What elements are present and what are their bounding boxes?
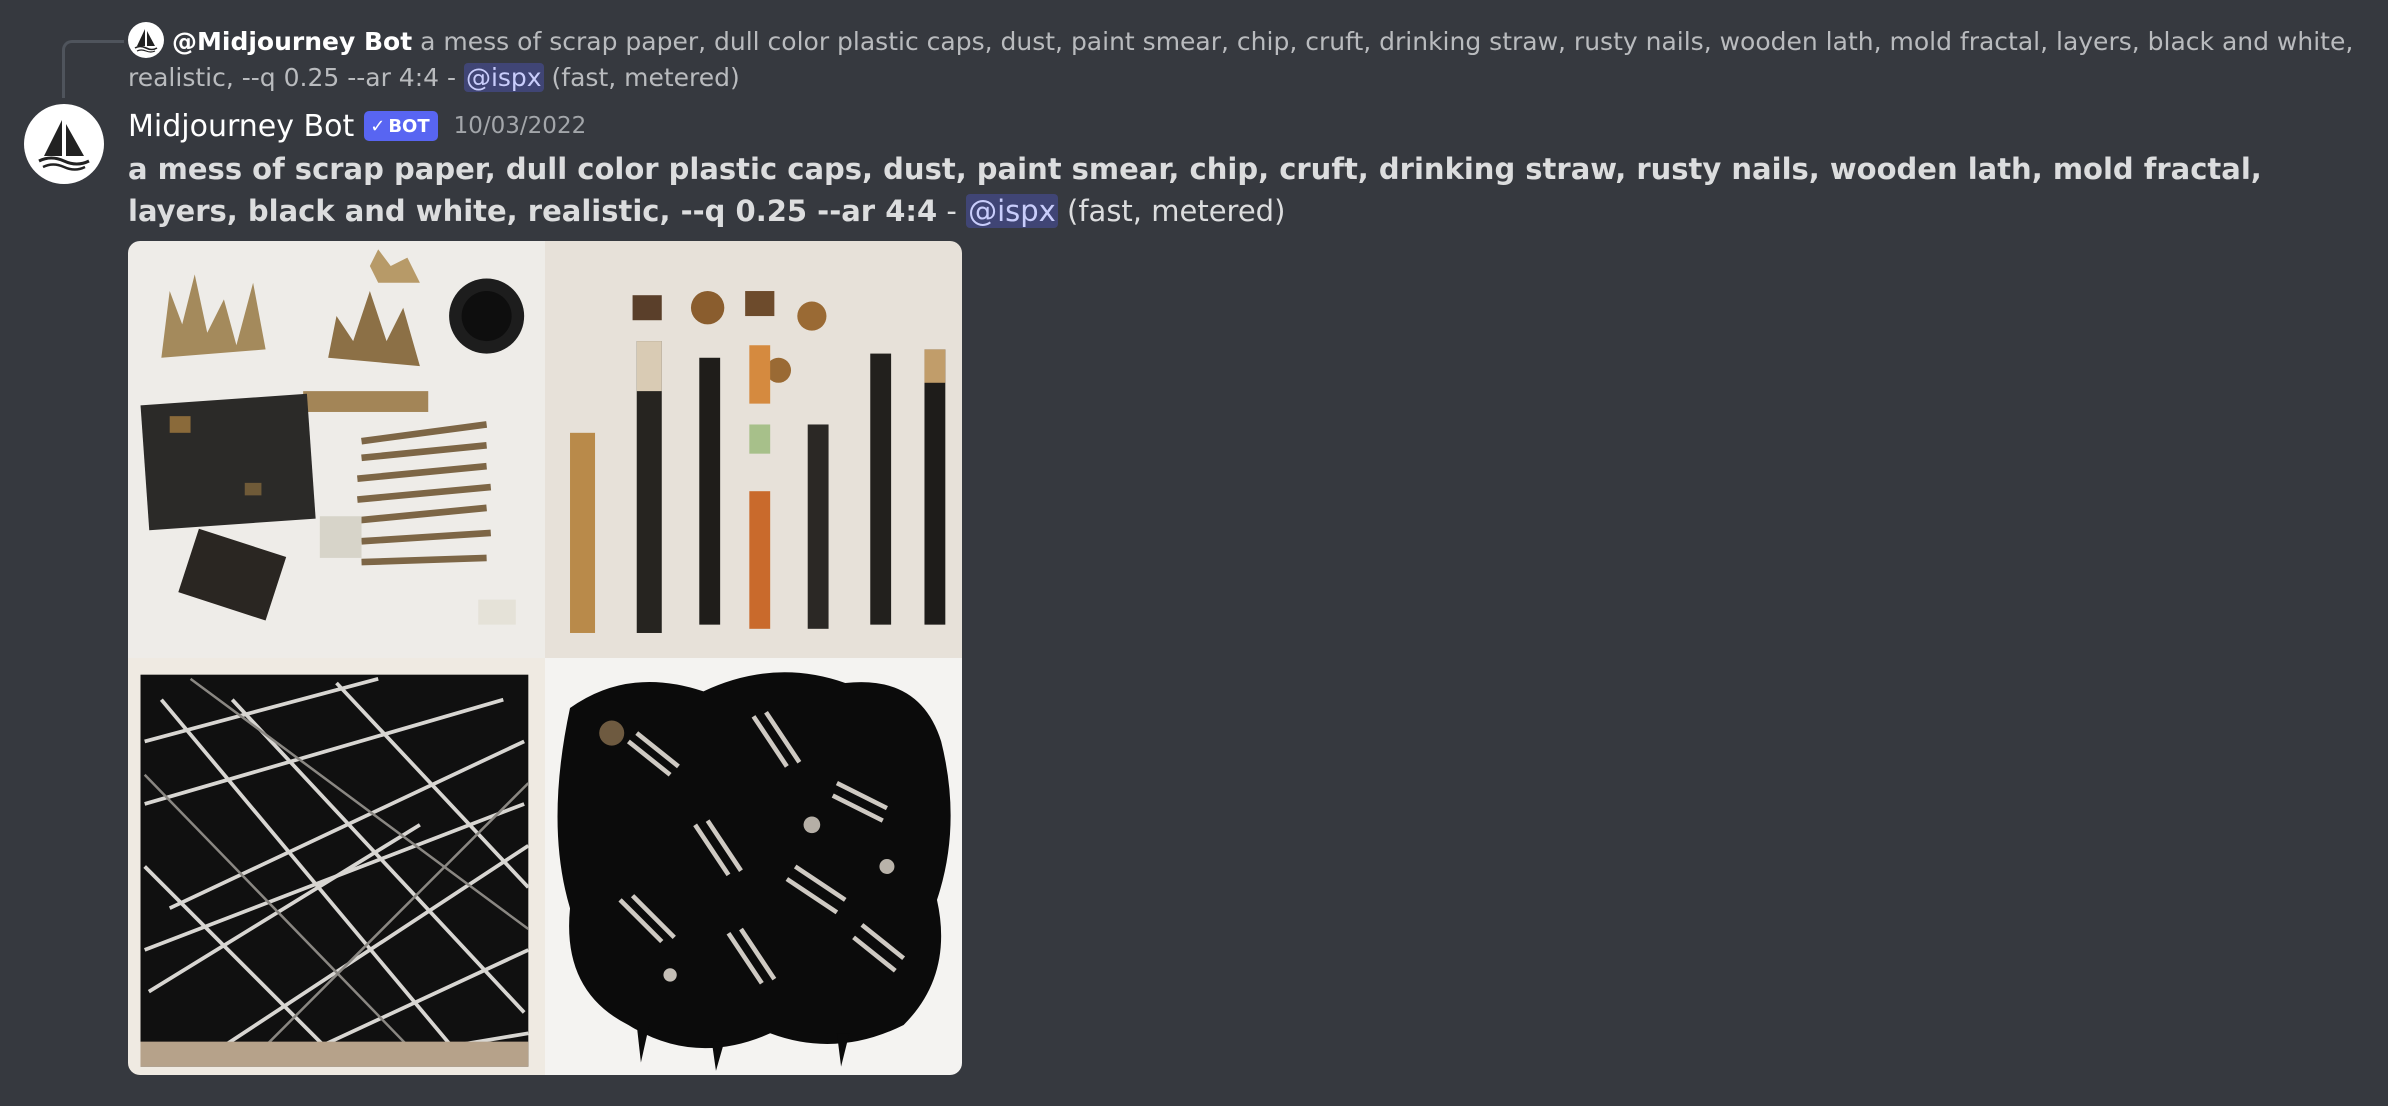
reply-user-mention[interactable]: @ispx xyxy=(463,63,544,92)
bot-badge: ✓ BOT xyxy=(364,111,438,141)
author-name[interactable]: Midjourney Bot xyxy=(128,109,354,144)
message-separator: - xyxy=(937,194,967,228)
reply-preview[interactable]: @Midjourney Bot a mess of scrap paper, du… xyxy=(128,22,2368,96)
message-user-mention[interactable]: @ispx xyxy=(966,194,1058,228)
message-suffix: (fast, metered) xyxy=(1057,194,1286,228)
verified-check-icon: ✓ xyxy=(370,115,386,137)
reply-connector-line xyxy=(62,40,124,98)
generated-image-1[interactable] xyxy=(128,241,545,658)
reply-separator: - xyxy=(439,63,464,92)
message-content: a mess of scrap paper, dull color plasti… xyxy=(128,148,2368,232)
image-attachment-grid[interactable] xyxy=(128,241,962,1075)
message-timestamp[interactable]: 10/03/2022 xyxy=(454,113,587,139)
sailboat-icon xyxy=(134,29,158,53)
reply-avatar[interactable] xyxy=(128,22,164,58)
message-header: Midjourney Bot ✓ BOT 10/03/2022 xyxy=(128,104,586,148)
generated-image-2[interactable] xyxy=(545,241,962,658)
reply-suffix: (fast, metered) xyxy=(543,63,740,92)
sailboat-icon xyxy=(38,120,90,171)
reply-author-name[interactable]: @Midjourney Bot xyxy=(172,27,412,56)
author-avatar[interactable] xyxy=(24,104,104,184)
generated-image-3[interactable] xyxy=(128,658,545,1075)
bot-badge-label: BOT xyxy=(388,115,430,137)
generated-image-4[interactable] xyxy=(545,658,962,1075)
